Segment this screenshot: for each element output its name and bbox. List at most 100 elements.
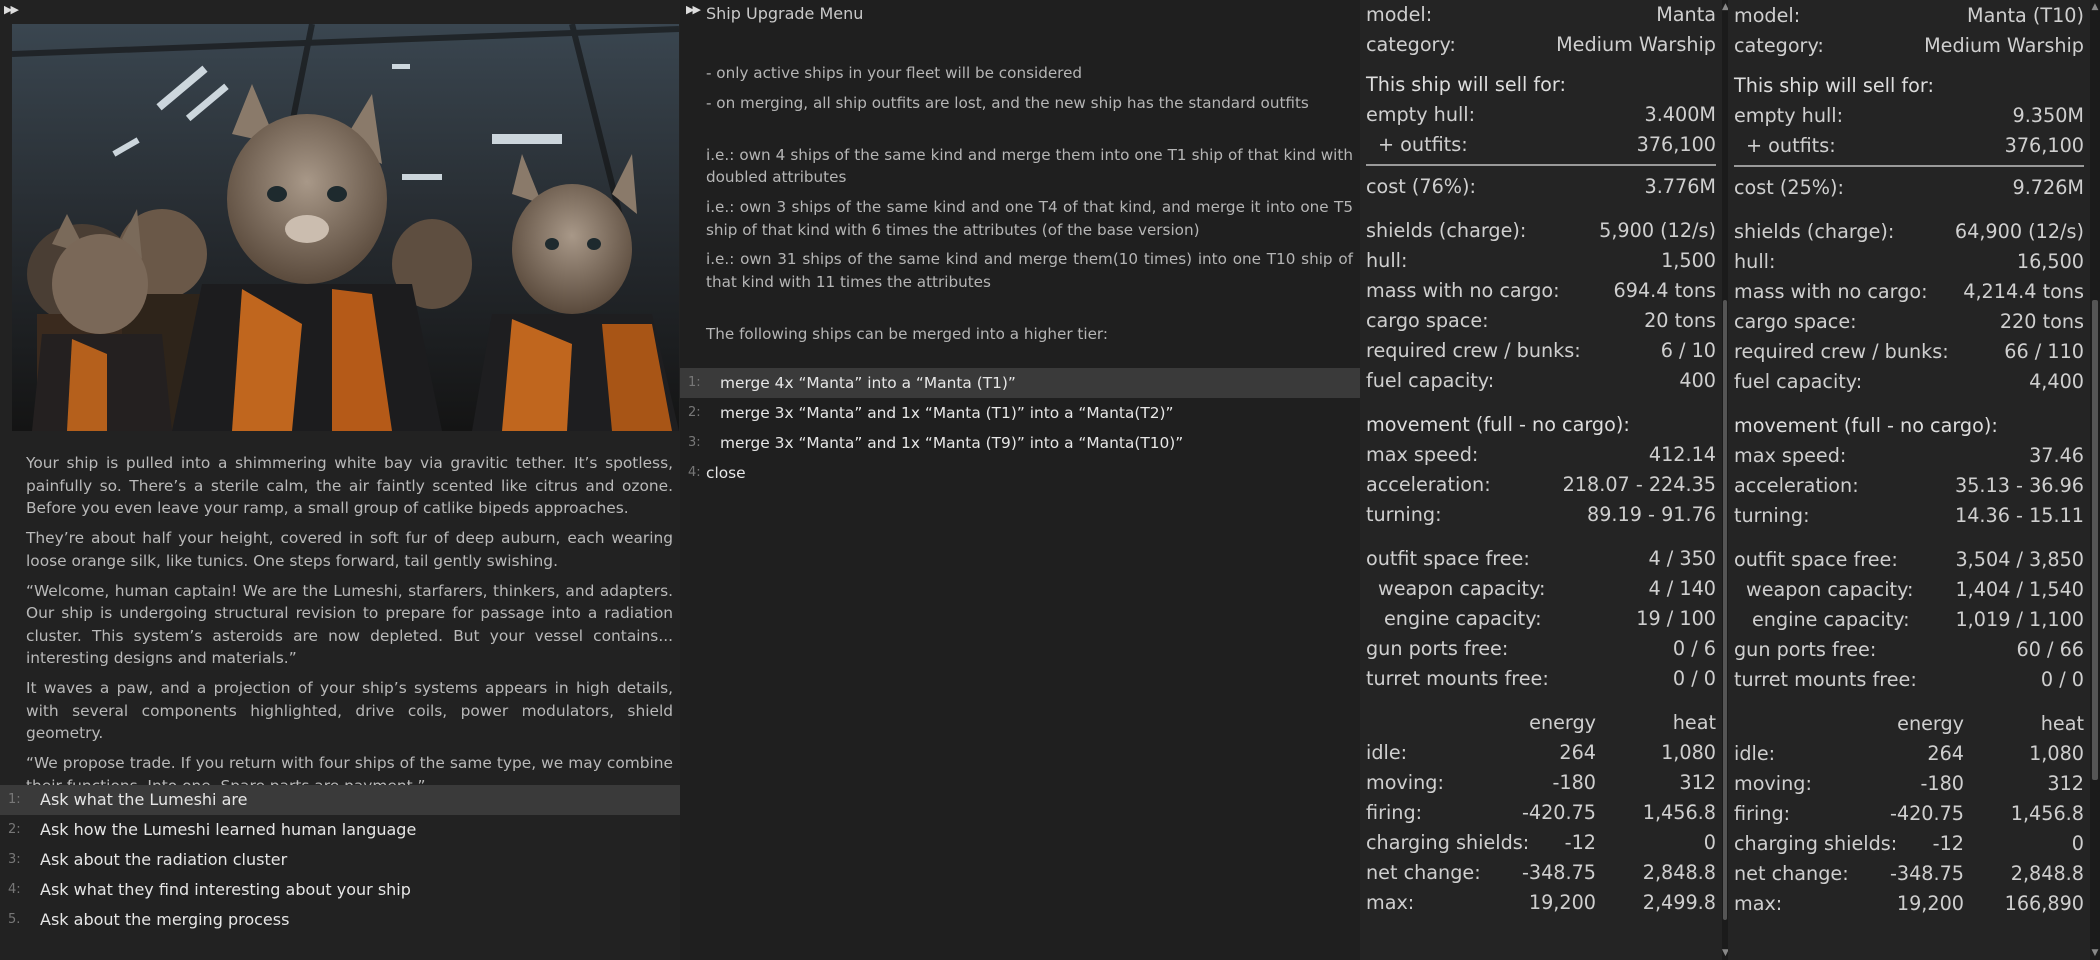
scroll-up-arrow-icon[interactable]: ▲ — [2090, 2, 2100, 12]
stat-label: turret mounts free: — [1366, 667, 1549, 690]
turret-mounts-value: 0 / 0 — [2040, 668, 2084, 691]
upgrade-menu-notes: - only active ships in your fleet will b… — [706, 62, 1353, 353]
stat-label: model: — [1734, 4, 1801, 27]
movement-heading: movement (full - no cargo): — [1734, 414, 1998, 437]
upgrade-menu-panel: ▶▶ Ship Upgrade Menu - only active ships… — [680, 0, 1360, 960]
stat-label: hull: — [1734, 250, 1776, 273]
choice-number: 5. — [8, 912, 21, 927]
outfit-space-value: 4 / 350 — [1648, 547, 1717, 570]
stat-label: outfit space free: — [1366, 547, 1530, 570]
fuel-value: 4,400 — [2029, 370, 2084, 393]
outfit-space-value: 3,504 / 3,850 — [1955, 548, 2084, 571]
energy-value: -12 — [1564, 831, 1596, 854]
heat-value: 1,456.8 — [1642, 801, 1716, 824]
merge-choice-3[interactable]: 3: merge 3x “Manta” and 1x “Manta (T9)” … — [680, 428, 1360, 458]
stat-label: gun ports free: — [1734, 638, 1877, 661]
crew-value: 66 / 110 — [2004, 340, 2084, 363]
stat-label: empty hull: — [1734, 104, 1844, 127]
table-label: max: — [1734, 892, 1783, 915]
heat-value: 0 — [1703, 831, 1716, 854]
energy-value: 264 — [1927, 742, 1964, 765]
stats-scrollbar[interactable]: ▲ ▼ — [2090, 0, 2100, 960]
choice-label: merge 3x “Manta” and 1x “Manta (T9)” int… — [720, 434, 1184, 452]
stat-label: shields (charge): — [1734, 220, 1895, 243]
stat-label: turning: — [1734, 504, 1810, 527]
stat-label: max speed: — [1734, 444, 1847, 467]
dialog-choice-3[interactable]: 3: Ask about the radiation cluster — [0, 845, 680, 875]
energy-value: -420.75 — [1521, 801, 1596, 824]
hull-value: 1,500 — [1661, 249, 1716, 272]
choice-number: 2: — [8, 822, 21, 837]
stat-label: + outfits: — [1746, 134, 1836, 157]
stat-label: gun ports free: — [1366, 637, 1509, 660]
table-label: max: — [1366, 891, 1415, 914]
choice-number: 1: — [8, 792, 21, 807]
merge-choice-1[interactable]: 1: merge 4x “Manta” into a “Manta (T1)” — [680, 368, 1360, 398]
stat-label: category: — [1366, 33, 1456, 56]
choice-label: Ask what they find interesting about you… — [40, 880, 411, 899]
empty-hull-value: 3.400M — [1644, 103, 1717, 126]
cost-value: 9.726M — [2012, 176, 2085, 199]
energy-value: -348.75 — [1521, 861, 1596, 884]
heat-value: 2,848.8 — [1642, 861, 1716, 884]
dialog-choices: 1: Ask what the Lumeshi are 2: Ask how t… — [0, 785, 680, 935]
choice-number: 4: — [8, 882, 21, 897]
fast-forward-icon[interactable]: ▶▶ — [4, 3, 19, 16]
menu-note: - on merging, all ship outfits are lost,… — [706, 93, 1309, 112]
lumeshi-portrait-image — [12, 24, 679, 431]
dialog-choice-4[interactable]: 4: Ask what they find interesting about … — [0, 875, 680, 905]
model-value: Manta (T10) — [1967, 4, 2084, 27]
choice-label: Ask about the radiation cluster — [40, 850, 288, 869]
ship-stats-merged: model: Manta (T10) category: Medium Warshi… — [1728, 0, 2090, 960]
dialog-choice-1[interactable]: 1: Ask what the Lumeshi are — [0, 785, 680, 815]
table-label: idle: — [1366, 741, 1408, 764]
scrollbar-thumb[interactable] — [1723, 300, 1727, 920]
hull-value: 16,500 — [2016, 250, 2084, 273]
stat-label: empty hull: — [1366, 103, 1476, 126]
divider — [1734, 165, 2084, 167]
menu-note: i.e.: own 3 ships of the same kind and o… — [706, 198, 1353, 239]
cargo-value: 220 tons — [1999, 310, 2084, 333]
choice-label: close — [706, 464, 746, 482]
menu-note: i.e.: own 4 ships of the same kind and m… — [706, 145, 1353, 187]
table-label: net change: — [1734, 862, 1849, 885]
scrollbar-thumb[interactable] — [2092, 300, 2098, 780]
choice-label: Ask what the Lumeshi are — [40, 790, 248, 809]
heat-value: 1,080 — [2029, 742, 2084, 765]
acceleration-value: 35.13 - 36.96 — [1955, 474, 2084, 497]
mass-value: 694.4 tons — [1613, 279, 1716, 302]
sell-heading: This ship will sell for: — [1734, 74, 1934, 97]
stat-label: category: — [1734, 34, 1824, 57]
shields-value: 64,900 (12/s) — [1954, 220, 2084, 243]
max-speed-value: 37.46 — [2029, 444, 2084, 467]
dialog-choice-2[interactable]: 2: Ask how the Lumeshi learned human lan… — [0, 815, 680, 845]
choice-number: 1: — [688, 375, 701, 390]
cargo-value: 20 tons — [1644, 309, 1716, 332]
close-choice[interactable]: 4: close — [680, 458, 1360, 488]
sell-heading: This ship will sell for: — [1366, 73, 1566, 96]
fast-forward-icon[interactable]: ▶▶ — [686, 3, 701, 16]
story-paragraph: They’re about half your height, covered … — [26, 529, 673, 570]
outfits-value: 376,100 — [2004, 134, 2084, 157]
merge-choice-2[interactable]: 2: merge 3x “Manta” and 1x “Manta (T1)” … — [680, 398, 1360, 428]
story-paragraph: It waves a paw, and a projection of your… — [26, 679, 673, 743]
max-speed-value: 412.14 — [1648, 443, 1716, 466]
choice-number: 3: — [8, 852, 21, 867]
stat-label: max speed: — [1366, 443, 1479, 466]
turning-value: 89.19 - 91.76 — [1587, 503, 1716, 526]
stat-label: engine capacity: — [1752, 608, 1910, 631]
stat-label: outfit space free: — [1734, 548, 1898, 571]
model-value: Manta — [1656, 3, 1716, 26]
table-label: moving: — [1734, 772, 1812, 795]
heat-heading: heat — [1672, 711, 1716, 734]
choice-label: merge 3x “Manta” and 1x “Manta (T1)” int… — [720, 404, 1174, 422]
stat-label: turret mounts free: — [1734, 668, 1917, 691]
scroll-down-arrow-icon[interactable]: ▼ — [2090, 948, 2100, 958]
crew-value: 6 / 10 — [1660, 339, 1716, 362]
table-label: firing: — [1734, 802, 1791, 825]
dialog-choice-5[interactable]: 5. Ask about the merging process — [0, 905, 680, 935]
merge-choices: 1: merge 4x “Manta” into a “Manta (T1)” … — [680, 368, 1360, 488]
choice-label: Ask how the Lumeshi learned human langua… — [40, 820, 417, 839]
stat-label: weapon capacity: — [1378, 577, 1546, 600]
energy-value: -180 — [1552, 771, 1596, 794]
